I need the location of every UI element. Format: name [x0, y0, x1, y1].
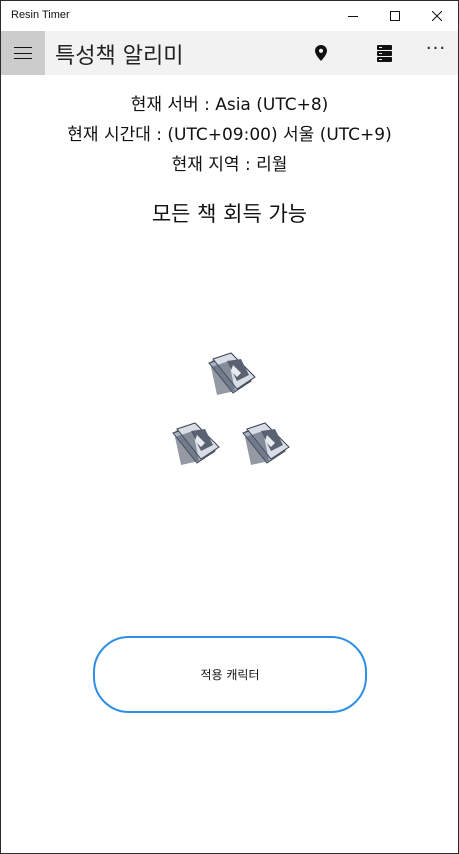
current-region-text: 현재 지역 : 리월 — [171, 155, 288, 175]
talent-book-icon — [208, 352, 256, 395]
app-bar: 특성책 알리미 ··· — [1, 31, 458, 75]
location-button[interactable] — [299, 31, 343, 75]
close-button[interactable] — [415, 1, 459, 31]
maximize-icon — [390, 11, 400, 21]
minimize-button[interactable] — [331, 1, 375, 31]
app-window: Resin Timer 특성책 알리미 ··· 현재 서버: Asia (UT… — [0, 0, 459, 854]
more-button[interactable]: ··· — [414, 31, 458, 75]
more-ellipsis-icon: ··· — [425, 38, 447, 59]
apply-character-button[interactable]: 적용 캐릭터 — [93, 636, 367, 713]
apply-character-label: 적용 캐릭터 — [200, 668, 260, 682]
page-title: 특성책 알리미 — [55, 44, 184, 69]
minimize-icon — [348, 15, 358, 17]
talent-book-icon — [172, 422, 220, 465]
current-timezone-text: 현재 시간대 : (UTC+09:00) 서울 (UTC+9) — [67, 125, 392, 145]
talent-book-icon — [242, 422, 290, 465]
server-icon — [376, 44, 392, 62]
location-pin-icon — [315, 45, 327, 61]
title-bar: Resin Timer — [1, 1, 458, 31]
window-title: Resin Timer — [11, 9, 70, 21]
server-button[interactable] — [362, 31, 406, 75]
close-icon — [432, 11, 442, 21]
maximize-button[interactable] — [373, 1, 417, 31]
current-server-text: 현재 서버 : Asia (UTC+8) — [130, 95, 329, 115]
hamburger-menu-icon — [14, 47, 32, 59]
hamburger-menu-button[interactable] — [1, 31, 45, 75]
book-status-text: 모든 책 회득 가능 — [151, 202, 308, 226]
